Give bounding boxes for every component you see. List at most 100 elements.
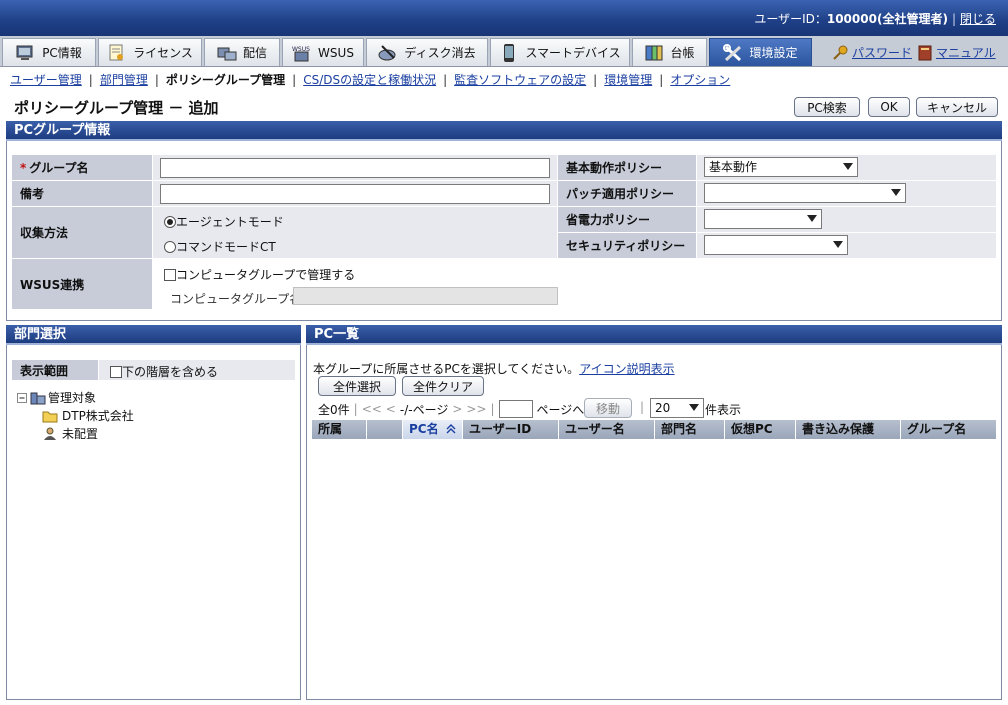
tab-wsus[interactable]: WSUS WSUS [282, 38, 364, 66]
col-group-name[interactable]: グループ名 [901, 420, 996, 439]
collapse-icon [17, 392, 27, 403]
col-pc-name[interactable]: PC名 [403, 420, 463, 439]
icon-help-link[interactable]: アイコン説明表示 [579, 362, 674, 376]
tab-smart-device[interactable]: スマートデバイス [490, 38, 630, 66]
manual-link-group[interactable]: マニュアル [918, 44, 996, 61]
group-name-input[interactable] [160, 158, 550, 178]
user-id-label: ユーザーID： [754, 12, 827, 26]
subnav-env-mgmt[interactable]: 環境管理 [604, 73, 652, 87]
tree-item-dtp[interactable]: DTP株式会社 [42, 407, 134, 424]
prev-page-button[interactable]: < [386, 402, 396, 416]
main-tab-bar: PC情報 ライセンス 配信 WSUS WSUS ディスク消去 スマートデバイス … [0, 36, 1008, 67]
tree-item-label: DTP株式会社 [62, 409, 134, 423]
col-icon[interactable] [367, 420, 403, 439]
collection-method-label: 収集方法 [12, 207, 152, 258]
password-link-group[interactable]: パスワード [832, 44, 912, 61]
dept-select-panel [6, 325, 301, 700]
tab-label: ライセンス [133, 46, 193, 60]
tab-label: 台帳 [670, 46, 695, 60]
include-lower-checkbox[interactable]: 下の階層を含める [110, 363, 218, 380]
sub-navigation: ユーザー管理 | 部門管理 | ポリシーグループ管理 | CS/DSの設定と稼働状況 | 監査ソ… [10, 71, 730, 88]
tab-label: PC情報 [42, 46, 82, 60]
subnav-option[interactable]: オプション [670, 73, 730, 87]
logout-link[interactable]: 閉じる [960, 12, 996, 26]
page-number-input[interactable] [498, 400, 533, 418]
password-link[interactable]: パスワード [852, 44, 912, 61]
patch-policy-select[interactable] [704, 183, 906, 203]
subnav-dept-mgmt[interactable]: 部門管理 [100, 73, 148, 87]
power-policy-label: 省電力ポリシー [558, 207, 696, 232]
smart-device-icon [499, 43, 519, 62]
subnav-audit[interactable]: 監査ソフトウェアの設定 [454, 73, 586, 87]
include-lower-label: 下の階層を含める [122, 365, 219, 379]
clear-all-button[interactable]: 全件クリア [402, 376, 484, 396]
per-page-select[interactable]: 20 [650, 398, 704, 418]
tab-disk-erase[interactable]: ディスク消去 [366, 38, 488, 66]
agent-mode-label: エージェントモード [176, 215, 284, 229]
pc-search-button[interactable]: PC検索 [794, 97, 860, 117]
tree-item-unassigned[interactable]: 未配置 [42, 425, 98, 442]
remarks-input[interactable] [160, 184, 550, 204]
tree-root-label: 管理対象 [48, 391, 97, 405]
wsus-icon: WSUS [292, 44, 312, 62]
col-user-name[interactable]: ユーザー名 [559, 420, 655, 439]
command-mode-radio[interactable]: コマンドモードCT [164, 238, 276, 255]
col-user-id[interactable]: ユーザーID [463, 420, 559, 439]
wsus-manage-label: コンピュータグループで管理する [176, 268, 356, 282]
settings-icon [723, 43, 743, 62]
move-button[interactable]: 移動 [584, 398, 632, 418]
tab-distribution[interactable]: 配信 [204, 38, 280, 66]
tab-license[interactable]: ライセンス [98, 38, 202, 66]
dept-select-header: 部門選択 [6, 325, 301, 345]
col-virtual-pc[interactable]: 仮想PC [725, 420, 796, 439]
power-policy-select[interactable] [704, 209, 822, 229]
chevron-down-icon [689, 404, 699, 411]
tab-label: スマートデバイス [525, 46, 621, 60]
remarks-label: 備考 [12, 181, 152, 206]
tab-label: WSUS [318, 45, 354, 60]
last-page-button[interactable]: >> [466, 402, 486, 416]
top-bar: ユーザーID：100000(全社管理者) | 閉じる [0, 0, 1008, 36]
radio-unselected-icon [164, 241, 176, 253]
scope-label: 表示範囲 [12, 360, 98, 380]
next-page-button[interactable]: > [452, 402, 462, 416]
manual-link[interactable]: マニュアル [936, 44, 996, 61]
tab-label: 配信 [242, 46, 267, 60]
divider: | [659, 73, 664, 87]
page-indicator: -/-ページ [399, 402, 449, 417]
unassigned-user-icon [44, 427, 56, 440]
tab-ledger[interactable]: 台帳 [632, 38, 707, 66]
basic-policy-value: 基本動作 [709, 160, 758, 174]
subnav-csds[interactable]: CS/DSの設定と稼働状況 [303, 73, 436, 87]
first-page-button[interactable]: << [362, 402, 382, 416]
page-title: ポリシーグループ管理 － 追加 [14, 99, 219, 117]
col-write-protect[interactable]: 書き込み保護 [796, 420, 901, 439]
col-dept-name[interactable]: 部門名 [655, 420, 725, 439]
pc-list-instruction: 本グループに所属させるPCを選択してください。アイコン説明表示 [313, 360, 675, 377]
agent-mode-radio[interactable]: エージェントモード [164, 213, 284, 230]
col-affiliation[interactable]: 所属 [312, 420, 367, 439]
wsus-manage-checkbox[interactable]: コンピュータグループで管理する [164, 266, 355, 283]
per-page-suffix: 件表示 [705, 403, 742, 417]
tab-settings[interactable]: 環境設定 [709, 38, 812, 66]
security-policy-label: セキュリティポリシー [558, 233, 696, 258]
tree-item-label: 未配置 [62, 427, 99, 441]
chevron-down-icon [843, 163, 853, 170]
divider: | [490, 402, 495, 416]
basic-policy-select[interactable]: 基本動作 [704, 157, 858, 177]
select-all-button[interactable]: 全件選択 [318, 376, 396, 396]
subnav-user-mgmt[interactable]: ユーザー管理 [10, 73, 82, 87]
chevron-down-icon [833, 241, 843, 248]
tab-pc-info[interactable]: PC情報 [2, 38, 96, 66]
cancel-button[interactable]: キャンセル [916, 97, 998, 117]
divider: | [443, 73, 448, 87]
security-policy-select[interactable] [704, 235, 848, 255]
total-count: 全0件 [318, 402, 350, 417]
required-mark: * [20, 160, 27, 175]
checkbox-icon [110, 366, 122, 378]
building-icon [30, 392, 46, 404]
ok-button[interactable]: OK [868, 97, 910, 117]
patch-policy-label: パッチ適用ポリシー [558, 181, 696, 206]
divider: | [593, 73, 598, 87]
tree-root[interactable]: 管理対象 [16, 389, 96, 406]
